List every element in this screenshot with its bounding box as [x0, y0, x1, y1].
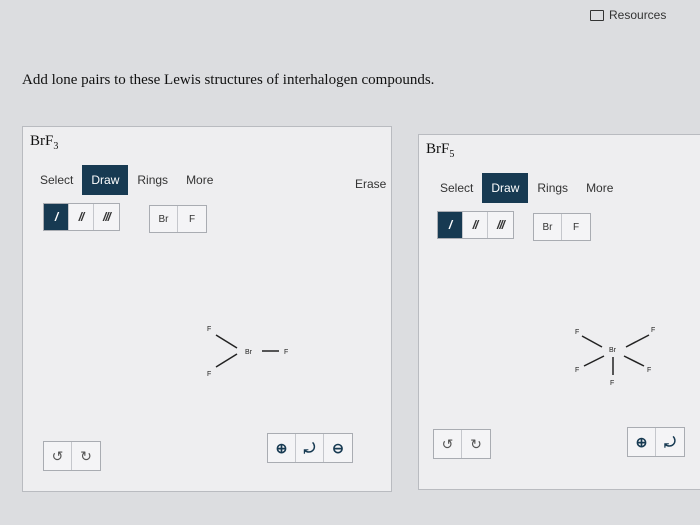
- zoom-out-icon[interactable]: ⊖: [324, 434, 352, 462]
- question-prompt: Add lone pairs to these Lewis structures…: [22, 72, 435, 88]
- drawing-panel-brf3: BrF3 Select Draw Rings More Erase / // /…: [22, 126, 392, 492]
- erase-button[interactable]: Erase: [355, 177, 386, 191]
- undo-redo-group: ↺ ↻: [433, 429, 491, 459]
- tab-select[interactable]: Select: [431, 173, 482, 203]
- double-bond-button[interactable]: //: [463, 212, 488, 238]
- zoom-in-icon[interactable]: ⊕: [268, 434, 296, 462]
- single-bond-button[interactable]: /: [438, 212, 463, 238]
- tab-draw[interactable]: Draw: [482, 173, 529, 203]
- tab-draw[interactable]: Draw: [82, 165, 129, 195]
- atom-br-button[interactable]: Br: [150, 206, 178, 232]
- bond-tool-group: / // ///: [437, 211, 514, 239]
- zoom-reset-icon[interactable]: ⤾: [296, 434, 324, 462]
- panel-title: BrF5: [426, 141, 455, 160]
- triple-bond-button[interactable]: ///: [94, 204, 119, 230]
- bond-br-f-bottom[interactable]: [215, 353, 238, 368]
- atom-br-button[interactable]: Br: [534, 214, 562, 240]
- undo-redo-group: ↺ ↻: [43, 441, 101, 471]
- double-bond-button[interactable]: //: [69, 204, 94, 230]
- zoom-reset-icon[interactable]: ⤾: [656, 428, 684, 456]
- atom-br-center[interactable]: Br: [245, 349, 253, 356]
- atom-f-lower-left[interactable]: F: [575, 367, 579, 374]
- atom-tool-group: Br F: [533, 213, 591, 241]
- atom-f-top[interactable]: F: [207, 326, 211, 333]
- tab-more[interactable]: More: [177, 165, 222, 195]
- atom-f-right[interactable]: F: [284, 349, 288, 356]
- bond-tool-group: / // ///: [43, 203, 120, 231]
- atom-tool-group: Br F: [149, 205, 207, 233]
- zoom-group: ⊕ ⤾: [627, 427, 685, 457]
- atom-br-center[interactable]: Br: [609, 347, 617, 354]
- redo-icon[interactable]: ↻: [72, 442, 100, 470]
- tab-rings[interactable]: Rings: [528, 173, 577, 203]
- atom-f-upper-right[interactable]: F: [651, 327, 655, 334]
- atom-f-button[interactable]: F: [562, 214, 590, 240]
- undo-icon[interactable]: ↺: [434, 430, 462, 458]
- tab-select[interactable]: Select: [31, 165, 82, 195]
- atom-f-bottom[interactable]: F: [610, 380, 614, 387]
- zoom-group: ⊕ ⤾ ⊖: [267, 433, 353, 463]
- tool-tabs: Select Draw Rings More: [431, 173, 622, 203]
- molecule-brf3[interactable]: F F Br F: [193, 317, 313, 387]
- bond-f-upper-right[interactable]: [625, 334, 650, 348]
- atom-f-button[interactable]: F: [178, 206, 206, 232]
- bond-f-lower-left[interactable]: [583, 355, 605, 367]
- bond-f-lower-right[interactable]: [623, 355, 645, 367]
- resources-icon: [590, 9, 604, 21]
- redo-icon[interactable]: ↻: [462, 430, 490, 458]
- resources-label: Resources: [609, 8, 667, 22]
- bond-f-upper-left[interactable]: [581, 335, 603, 348]
- undo-icon[interactable]: ↺: [44, 442, 72, 470]
- resources-link[interactable]: Resources: [590, 8, 666, 22]
- tab-more[interactable]: More: [577, 173, 622, 203]
- atom-f-lower-right[interactable]: F: [647, 367, 651, 374]
- drawing-panel-brf5: BrF5 Select Draw Rings More / // /// Br …: [418, 134, 700, 490]
- bond-br-f-top[interactable]: [215, 334, 238, 349]
- molecule-brf5[interactable]: F F Br F F F: [569, 320, 669, 400]
- panel-title: BrF3: [30, 133, 59, 152]
- atom-f-upper-left[interactable]: F: [575, 329, 579, 336]
- single-bond-button[interactable]: /: [44, 204, 69, 230]
- zoom-in-icon[interactable]: ⊕: [628, 428, 656, 456]
- atom-f-bottom[interactable]: F: [207, 371, 211, 378]
- triple-bond-button[interactable]: ///: [488, 212, 513, 238]
- tab-rings[interactable]: Rings: [128, 165, 177, 195]
- tool-tabs: Select Draw Rings More: [31, 165, 222, 195]
